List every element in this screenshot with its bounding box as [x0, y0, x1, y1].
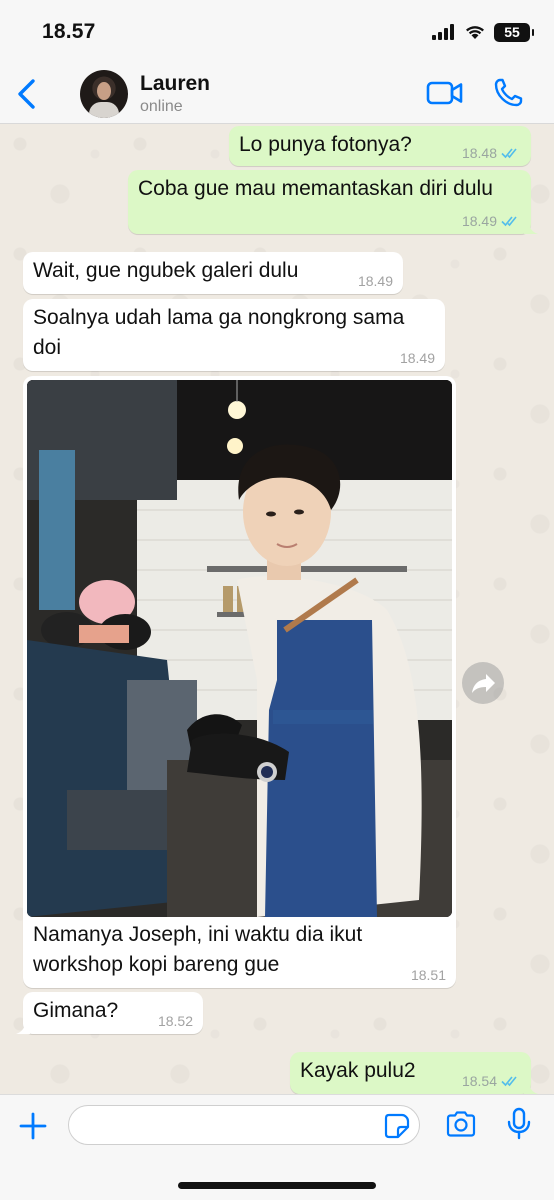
forward-icon [472, 674, 495, 693]
message-time: 18.52 [157, 1013, 193, 1029]
message-time: 18.51 [410, 967, 446, 983]
message-meta: 18.51 [411, 967, 446, 983]
wifi-icon [466, 26, 484, 39]
chat-area[interactable]: Lo punya fotonya? 18.48 Coba gue mau mem… [0, 124, 554, 1094]
bubble-tail [524, 220, 538, 234]
shared-photo[interactable] [27, 380, 452, 917]
read-receipt-icon [501, 216, 517, 227]
message-meta: 18.48 [462, 145, 521, 161]
phone-icon[interactable] [492, 77, 524, 109]
back-chevron-icon[interactable] [14, 78, 40, 110]
cellular-signal-icon [432, 24, 454, 40]
message-meta: 18.49 [400, 350, 435, 366]
message-text: Gimana? [33, 999, 119, 1022]
avatar-face [97, 82, 111, 100]
message-incoming[interactable]: Gimana? 18.52 [16, 992, 203, 1034]
message-incoming[interactable]: Wait, gue ngubek galeri dulu 18.49 [23, 252, 403, 294]
bubble-tail [16, 1020, 30, 1034]
video-call-icon[interactable] [426, 80, 464, 106]
message-text: Wait, gue ngubek galeri dulu [33, 259, 299, 282]
message-outgoing[interactable]: Kayak pulu2 18.54 [290, 1052, 538, 1094]
plus-icon[interactable] [18, 1111, 48, 1141]
message-meta: 18.52 [158, 1013, 193, 1029]
message-time: 18.49 [461, 213, 497, 229]
battery-indicator: 55 [494, 22, 534, 42]
avatar-body [89, 102, 119, 118]
message-time: 18.49 [357, 273, 393, 289]
message-time: 18.49 [399, 350, 435, 366]
avatar[interactable] [80, 70, 128, 118]
message-image[interactable]: Namanya Joseph, ini waktu dia ikut works… [23, 376, 456, 988]
read-receipt-icon [501, 1076, 517, 1087]
forward-button[interactable] [462, 662, 504, 704]
message-outgoing[interactable]: Coba gue mau memantaskan diri dulu 18.49 [128, 170, 538, 234]
message-outgoing[interactable]: Lo punya fotonya? 18.48 [229, 126, 531, 166]
status-bar: 18.57 55 [0, 0, 554, 62]
status-time: 18.57 [42, 20, 96, 43]
message-text: Lo punya fotonya? [239, 133, 412, 156]
contact-status: online [140, 98, 183, 115]
message-meta: 18.49 [462, 213, 521, 229]
message-input[interactable] [68, 1105, 420, 1145]
sticker-icon[interactable] [384, 1113, 410, 1139]
image-caption-line1: Namanya Joseph, ini waktu dia ikut [33, 923, 363, 946]
status-icons: 55 [432, 22, 534, 42]
message-meta: 18.49 [358, 273, 393, 289]
microphone-icon[interactable] [506, 1107, 532, 1141]
home-indicator[interactable] [178, 1182, 376, 1189]
chat-header: Lauren online [0, 62, 554, 124]
message-text-line1: Soalnya udah lama ga nongkrong sama [33, 306, 405, 329]
message-text: Kayak pulu2 [300, 1059, 416, 1082]
message-time: 18.48 [461, 145, 497, 161]
cafe-barista-photo [27, 380, 452, 917]
image-caption-line2: workshop kopi bareng gue [33, 953, 280, 976]
message-time: 18.54 [461, 1073, 497, 1089]
message-incoming[interactable]: Soalnya udah lama ga nongkrong sama doi … [23, 299, 445, 371]
read-receipt-icon [501, 148, 517, 159]
message-meta: 18.54 [462, 1073, 521, 1089]
message-text: Coba gue mau memantaskan diri dulu [138, 177, 493, 200]
message-text-line2: doi [33, 336, 62, 359]
camera-icon[interactable] [445, 1110, 477, 1138]
contact-name[interactable]: Lauren [140, 72, 210, 96]
bubble-tail [524, 1080, 538, 1094]
